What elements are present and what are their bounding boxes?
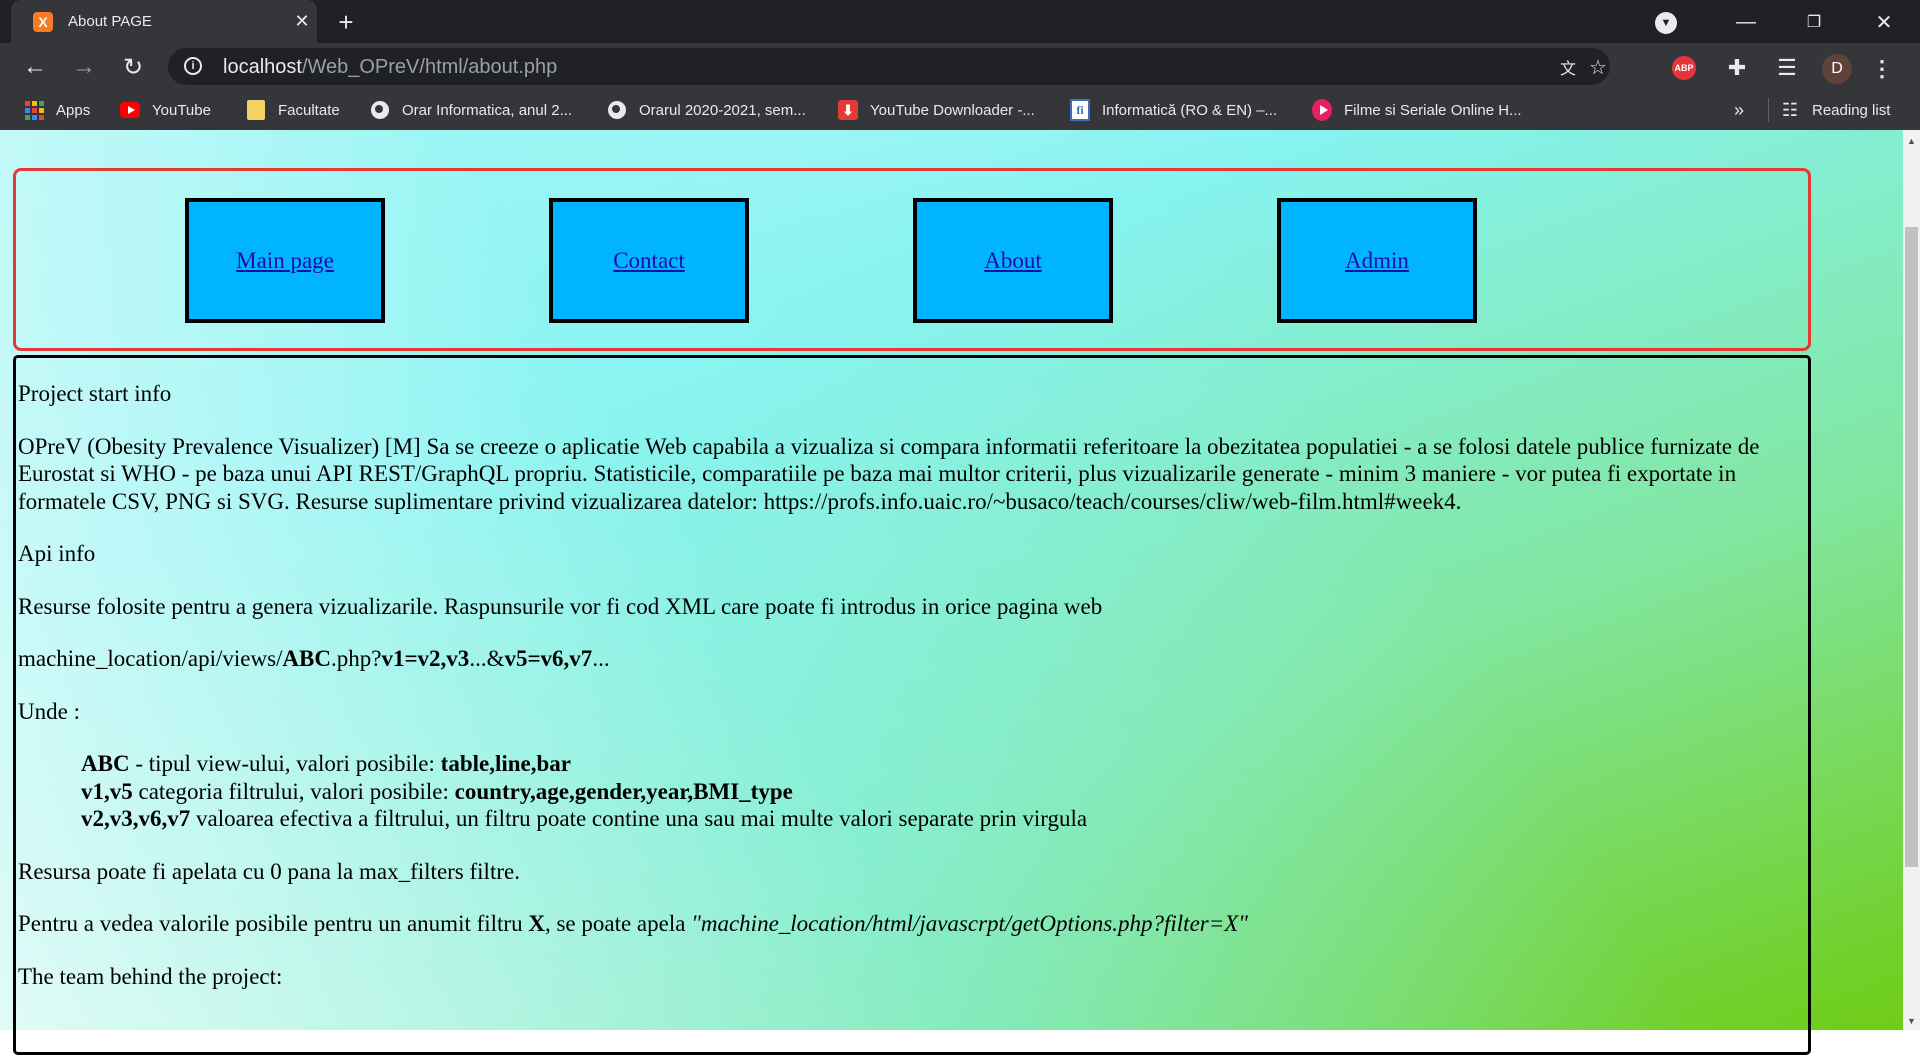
bookmark-orarul[interactable]: Orarul 2020-2021, sem...: [607, 90, 806, 130]
nav-about[interactable]: About: [913, 198, 1113, 323]
bookmark-apps[interactable]: Apps: [24, 90, 90, 130]
project-description: OPreV (Obesity Prevalence Visualizer) [M…: [18, 433, 1760, 514]
extensions-puzzle-icon[interactable]: ✚: [1724, 55, 1750, 81]
resource-note: Resursa poate fi apelata cu 0 pana la ma…: [18, 858, 520, 884]
param-v2-v7: v2,v3,v6,v7 valoarea efectiva a filtrulu…: [81, 806, 1088, 831]
bookmark-youtube-downloader[interactable]: ⬇ YouTube Downloader -...: [838, 90, 1035, 130]
forward-arrow-icon[interactable]: →: [69, 52, 99, 82]
youtube-icon: [120, 100, 140, 120]
adblock-plus-icon[interactable]: ABP: [1672, 56, 1696, 80]
bookmark-label: Facultate: [278, 101, 340, 119]
globe-icon: [370, 100, 390, 120]
window-close-button[interactable]: ✕: [1870, 8, 1898, 36]
apps-grid-icon: [24, 100, 44, 120]
bookmark-orar-informatica[interactable]: Orar Informatica, anul 2...: [370, 90, 572, 130]
bookmark-youtube[interactable]: YouTube: [120, 90, 211, 130]
param-v1-v5: v1,v5 categoria filtrului, valori posibi…: [81, 778, 793, 804]
bookmark-label: Apps: [56, 101, 91, 119]
reading-list-button[interactable]: ☷ Reading list: [1780, 90, 1890, 130]
xampp-favicon-icon: X: [33, 12, 53, 32]
bookmark-label: Orarul 2020-2021, sem...: [639, 101, 806, 119]
nav-about-link[interactable]: About: [984, 248, 1042, 274]
about-content: Project start info OPreV (Obesity Preval…: [18, 380, 1808, 1015]
vertical-scrollbar[interactable]: ▲ ▼: [1903, 130, 1920, 1030]
close-icon[interactable]: ✕: [291, 10, 313, 32]
info-faculty-icon: fi: [1070, 99, 1090, 121]
bookmark-label: Informatică (RO & EN) –...: [1102, 101, 1278, 119]
address-bar[interactable]: i localhost/Web_OPreV/html/about.php 文 ☆: [168, 48, 1610, 85]
more-menu-icon[interactable]: ⋮: [1871, 54, 1893, 84]
tab-search-icon[interactable]: ▼: [1655, 12, 1677, 34]
play-icon: [1312, 99, 1332, 121]
translate-icon[interactable]: 文: [1556, 55, 1580, 79]
bookmark-label: Filme si Seriale Online H...: [1344, 101, 1522, 119]
site-info-icon[interactable]: i: [184, 57, 202, 75]
folder-icon: [246, 100, 266, 120]
bookmark-informatica[interactable]: fi Informatică (RO & EN) –...: [1070, 90, 1277, 130]
bookmark-filme[interactable]: Filme si Seriale Online H...: [1312, 90, 1522, 130]
nav-contact-link[interactable]: Contact: [613, 248, 685, 274]
unde-label: Unde :: [18, 698, 80, 724]
nav-contact[interactable]: Contact: [549, 198, 749, 323]
options-note: Pentru a vedea valorile posibile pentru …: [18, 911, 1248, 936]
param-abc: ABC - tipul view-ului, valori posibile: …: [81, 751, 572, 776]
media-playlist-icon[interactable]: ☰: [1774, 55, 1800, 81]
scrollbar-thumb[interactable]: [1905, 227, 1918, 867]
scroll-down-arrow-icon[interactable]: ▼: [1903, 1012, 1920, 1029]
nav-main-page[interactable]: Main page: [185, 198, 385, 323]
back-arrow-icon[interactable]: ←: [20, 52, 50, 82]
scroll-up-arrow-icon[interactable]: ▲: [1903, 132, 1920, 149]
tab-title: About PAGE: [68, 13, 152, 30]
bookmarks-divider: [1768, 98, 1769, 122]
endpoint-pattern: machine_location/api/views/ABC.php?v1=v2…: [18, 646, 610, 671]
bookmark-label: YouTube: [152, 101, 211, 119]
team-heading: The team behind the project:: [18, 963, 283, 989]
browser-tab[interactable]: X About PAGE ✕: [11, 0, 317, 43]
globe-icon: [607, 100, 627, 120]
reading-list-label: Reading list: [1812, 101, 1891, 119]
reading-list-icon: ☷: [1781, 99, 1799, 120]
nav-main-page-link[interactable]: Main page: [236, 248, 334, 274]
bookmarks-overflow-button[interactable]: »: [1734, 90, 1744, 130]
tab-strip: X About PAGE ✕ + ▼ — ❐ ✕: [0, 0, 1920, 43]
project-heading: Project start info: [18, 381, 172, 406]
bookmarks-bar: Apps YouTube Facultate Orar Informatica,…: [0, 90, 1920, 130]
params-list: ABC - tipul view-ului, valori posibile: …: [81, 750, 1808, 833]
new-tab-button[interactable]: +: [332, 7, 360, 37]
api-heading: Api info: [18, 541, 96, 566]
reload-icon[interactable]: ↻: [118, 52, 148, 82]
restore-button[interactable]: ❐: [1800, 8, 1828, 36]
bookmark-label: Orar Informatica, anul 2...: [402, 101, 573, 119]
nav-admin-link[interactable]: Admin: [1345, 248, 1409, 274]
nav-admin[interactable]: Admin: [1277, 198, 1477, 323]
browser-toolbar: ← → ↻ i localhost/Web_OPreV/html/about.p…: [0, 43, 1920, 90]
minimize-button[interactable]: —: [1732, 8, 1760, 36]
bookmark-label: YouTube Downloader -...: [870, 101, 1035, 119]
bookmark-star-icon[interactable]: ☆: [1586, 55, 1610, 79]
profile-avatar[interactable]: D: [1822, 54, 1852, 84]
url-text[interactable]: localhost/Web_OPreV/html/about.php: [223, 56, 557, 79]
api-description: Resurse folosite pentru a genera vizuali…: [18, 593, 1103, 619]
bookmark-facultate[interactable]: Facultate: [246, 90, 340, 130]
download-icon: ⬇: [838, 100, 858, 120]
